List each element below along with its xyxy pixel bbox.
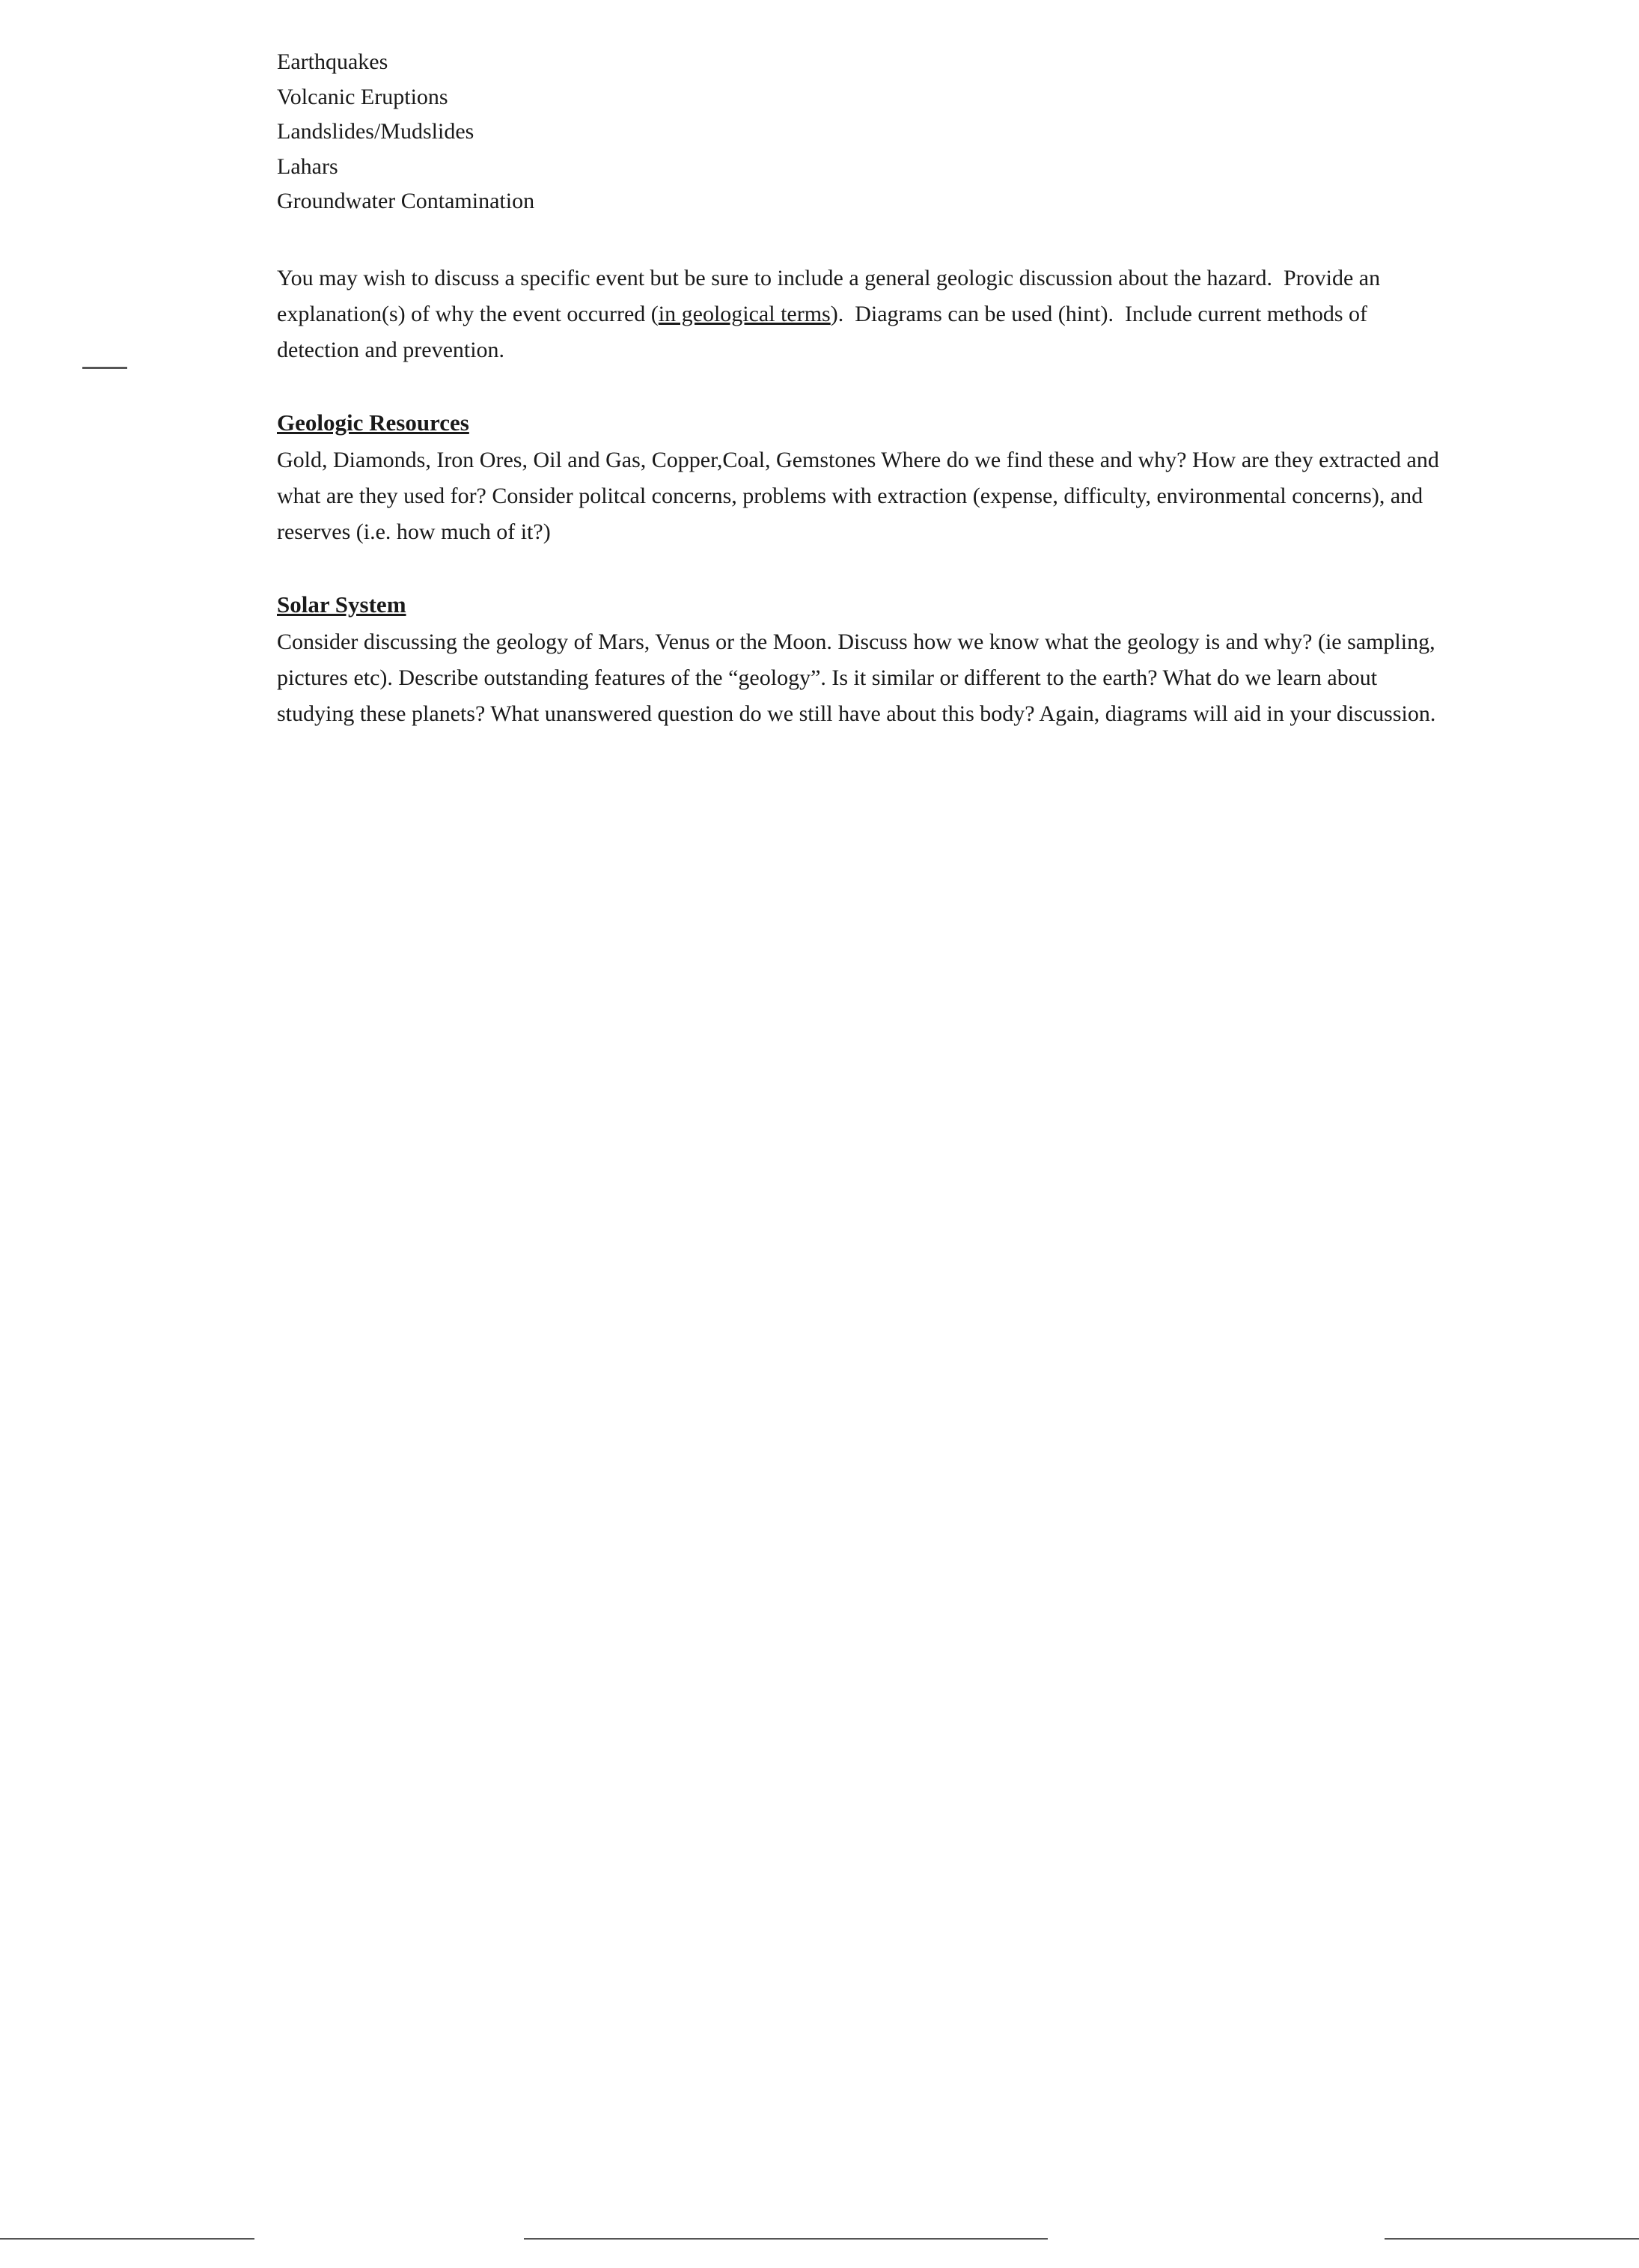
list-item: Earthquakes bbox=[277, 45, 1444, 80]
list-section: Earthquakes Volcanic Eruptions Landslide… bbox=[277, 45, 1444, 219]
list-item: Volcanic Eruptions bbox=[277, 80, 1444, 115]
list-item: Landslides/Mudslides bbox=[277, 115, 1444, 150]
list-item: Lahars bbox=[277, 150, 1444, 185]
solar-system-heading: Solar System bbox=[277, 591, 406, 618]
margin-mark bbox=[82, 367, 127, 369]
solar-system-body: Consider discussing the geology of Mars,… bbox=[277, 624, 1444, 732]
list-item: Groundwater Contamination bbox=[277, 184, 1444, 219]
bottom-line-right bbox=[1385, 2238, 1639, 2240]
intro-paragraph: You may wish to discuss a specific event… bbox=[277, 260, 1444, 368]
page: Earthquakes Volcanic Eruptions Landslide… bbox=[0, 0, 1639, 2268]
geologic-resources-heading: Geologic Resources bbox=[277, 409, 469, 436]
bottom-line-left bbox=[0, 2238, 254, 2240]
geologic-resources-body: Gold, Diamonds, Iron Ores, Oil and Gas, … bbox=[277, 442, 1444, 550]
solar-system-section: Solar System Consider discussing the geo… bbox=[277, 591, 1444, 732]
geologic-resources-section: Geologic Resources Gold, Diamonds, Iron … bbox=[277, 409, 1444, 550]
underline-phrase: in geological terms bbox=[659, 302, 831, 326]
bottom-line-center bbox=[524, 2238, 1048, 2240]
